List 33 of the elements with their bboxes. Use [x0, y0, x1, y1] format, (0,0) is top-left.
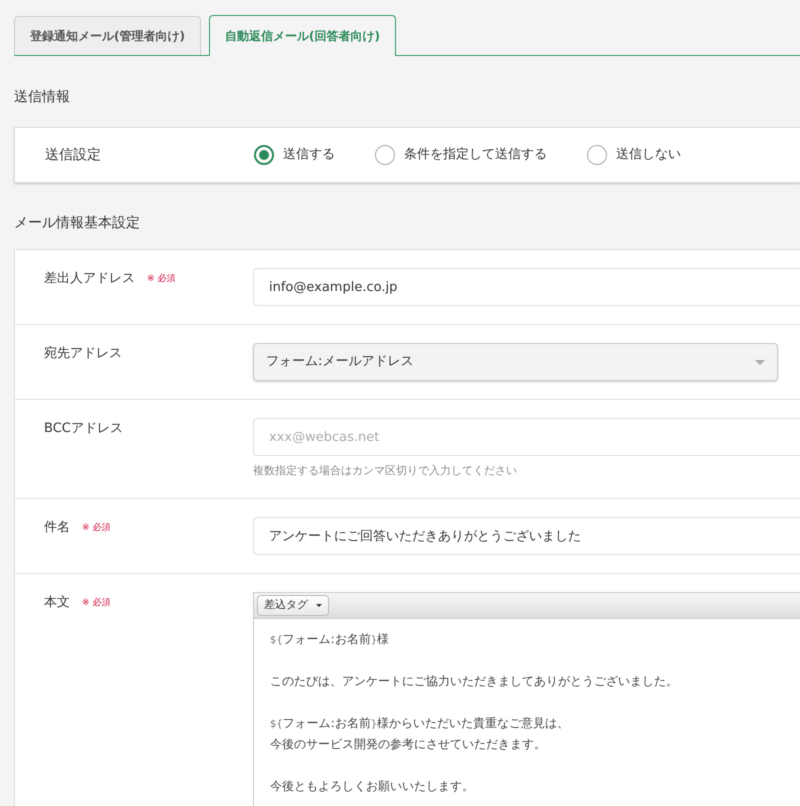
radio-option[interactable]: 送信しない — [587, 145, 681, 165]
text-field[interactable]: xxx@webcas.net — [253, 418, 800, 456]
field-label: BCCアドレス — [44, 420, 123, 438]
section-title: 送信情報 — [14, 88, 71, 107]
text-line: ${フォーム:お名前}様からいただいた貴重なご意見は、 — [270, 714, 570, 732]
radio-option[interactable]: 送信する — [254, 145, 335, 165]
text-field[interactable]: アンケートにご回答いただきありがとうございました — [253, 516, 800, 554]
radio-button[interactable] — [375, 145, 395, 165]
tab[interactable]: 自動返信メール(回答者向け) — [208, 15, 396, 56]
caret-icon — [316, 604, 322, 606]
required-note: ※ 必須 — [82, 522, 110, 534]
help-text: 複数指定する場合はカンマ区切りで入力してください — [253, 463, 518, 479]
text-line: 今後のサービス開発の参考にさせていただきます。 — [270, 736, 547, 752]
insert-tag-button[interactable]: 差込タグ — [257, 594, 329, 616]
field-label: 本文 — [44, 594, 70, 612]
text-line: ${フォーム:お名前}様 — [270, 630, 390, 648]
radio-button[interactable] — [587, 145, 607, 165]
field-label: 件名 — [44, 518, 70, 536]
caret-icon — [755, 360, 765, 364]
radio-button[interactable] — [254, 145, 274, 165]
text-line: このたびは、アンケートにご協力いただきましてありがとうございました。 — [270, 672, 679, 690]
text-field[interactable]: info@example.co.jp — [253, 268, 800, 306]
field-label: 宛先アドレス — [44, 345, 122, 363]
required-note: ※ 必須 — [147, 272, 176, 286]
section-title: メール情報基本設定 — [14, 214, 141, 233]
text-line: 今後ともよろしくお願いいたします。 — [270, 778, 475, 794]
field-label: 送信設定 — [44, 146, 102, 164]
tab[interactable]: 登録通知メール(管理者向け) — [14, 16, 201, 55]
select-dropdown[interactable]: フォーム:メールアドレス — [253, 343, 778, 381]
text-editor[interactable]: 差込タグ ${フォーム:お名前}様 このたびは、アンケートにご協力いただきましてありがとうございました。 ${フォーム:お名前}様からいただいた貴重なご意見は、 今後のサービス開発の参考にさせていただきます。 今後ともよろしくお願いいたします。 — [253, 592, 800, 806]
radio-option[interactable]: 条件を指定して送信する — [375, 145, 547, 165]
field-label: 差出人アドレス — [44, 270, 135, 288]
required-note: ※ 必須 — [82, 596, 110, 610]
